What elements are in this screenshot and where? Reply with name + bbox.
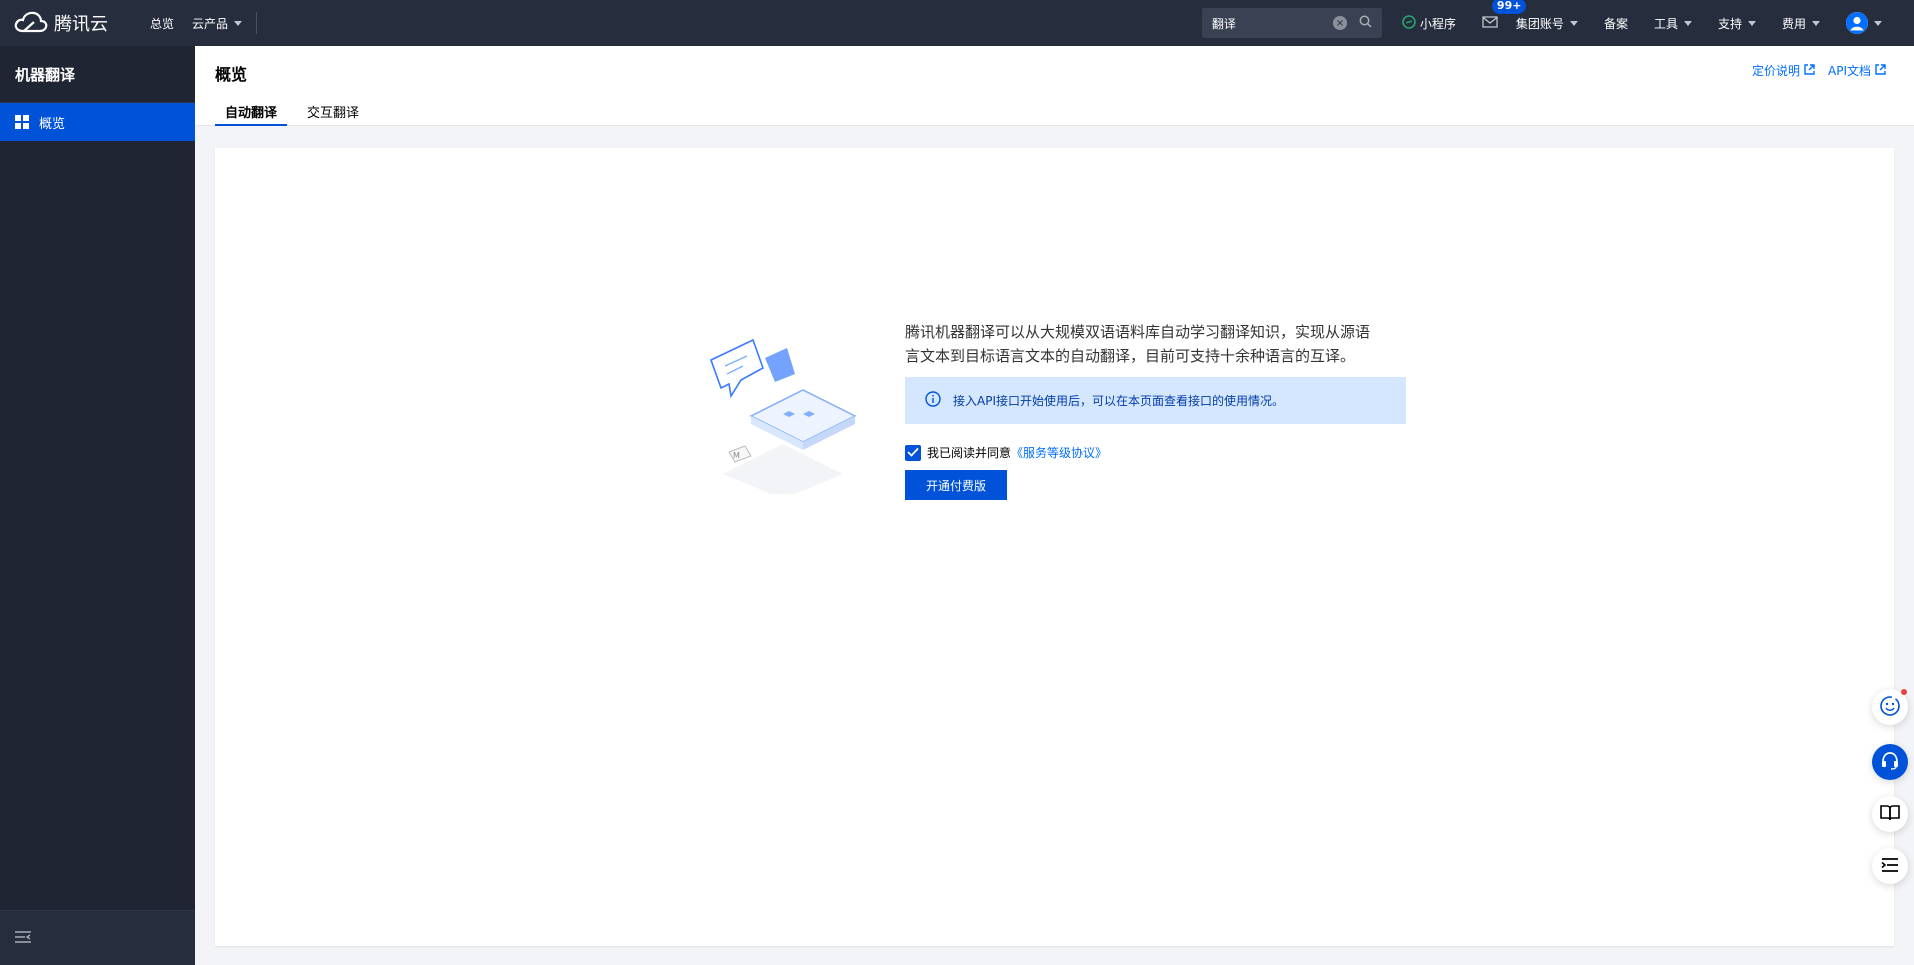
tab-auto-translate[interactable]: 自动翻译 [215,102,288,126]
intro-line-2: 言文本到目标语言文本的自动翻译，目前可支持十余种语言的互译。 [905,347,1356,365]
message-count-badge: 99+ [1491,0,1527,14]
agreement-row: 我已阅读并同意 《服务等级协议》 [905,444,1107,461]
search-icon[interactable] [1359,15,1372,31]
info-icon [925,391,941,410]
external-link-icon [1804,63,1815,78]
book-icon [1880,804,1900,825]
nav-tools-label: 工具 [1653,16,1678,31]
page-title: 概览 [215,65,248,84]
global-search[interactable]: × [1201,8,1382,38]
brand-logo[interactable]: 腾讯云 [14,10,118,36]
nav-mini-program-label: 小程序 [1419,16,1456,31]
tab-interactive-translate[interactable]: 交互翻译 [297,102,369,126]
user-menu[interactable] [1846,12,1882,34]
sidebar-item-overview[interactable]: 概览 [0,103,195,141]
translation-illustration: M [703,334,863,499]
page-header: 概览 定价说明 API文档 自动翻译 交互翻译 [195,46,1914,126]
service-agreement-link[interactable]: 《服务等级协议》 [1011,444,1107,461]
tab-bar: 自动翻译 交互翻译 [215,102,369,126]
assistant-button[interactable] [1872,689,1908,725]
nav-group-account-label: 集团账号 [1515,16,1564,31]
nav-tools[interactable]: 工具 [1654,15,1692,32]
nav-billing[interactable]: 费用 [1782,15,1820,32]
pricing-link-label: 定价说明 [1751,64,1800,78]
sidebar: 机器翻译 概览 [0,46,195,965]
api-docs-link-label: API文档 [1828,64,1871,78]
dashboard-icon [15,115,29,129]
nav-filing-label: 备案 [1603,16,1628,31]
agreement-checkbox[interactable] [905,444,921,461]
clear-icon[interactable]: × [1332,16,1347,30]
intro-line-1: 腾讯机器翻译可以从大规模双语语料库自动学习翻译知识，实现从源语 [905,323,1371,341]
headset-icon [1880,751,1900,774]
search-input[interactable] [1211,16,1333,30]
svg-text:M: M [733,451,740,460]
nav-products[interactable]: 云产品 [192,15,243,32]
nav-billing-label: 费用 [1781,16,1806,31]
nav-divider [256,12,258,34]
menu-list-button[interactable] [1872,848,1908,884]
info-text: 接入API接口开始使用后，可以在本页面查看接口的使用情况。 [953,394,1284,408]
sidebar-item-label: 概览 [39,116,66,132]
chevron-down-icon [1569,20,1578,26]
nav-mini-program[interactable]: 小程序 [1402,14,1456,32]
list-icon [1881,857,1899,876]
pricing-link[interactable]: 定价说明 [1752,62,1815,79]
mini-program-icon [1402,14,1416,32]
main-card: M 腾讯机器翻译可以从大规模双语语料库自动学习翻译知识，实现从源语 言文本到目标… [215,148,1894,946]
intro-text: 腾讯机器翻译可以从大规模双语语料库自动学习翻译知识，实现从源语 言文本到目标语言… [905,320,1415,368]
customer-service-button[interactable] [1872,744,1908,780]
chevron-down-icon [1874,20,1882,26]
top-bar: 腾讯云 总览 云产品 × 小程序 99+ 集团账号 备案 工具 支持 费用 [0,0,1914,46]
agreement-label: 我已阅读并同意 [927,446,1012,460]
chevron-down-icon [1812,20,1820,26]
sidebar-collapse[interactable] [0,910,195,965]
collapse-icon[interactable] [15,930,31,946]
brand-name: 腾讯云 [54,14,108,35]
sidebar-title: 机器翻译 [0,46,195,103]
nav-messages[interactable]: 99+ [1482,0,1527,31]
mail-icon [1482,15,1498,31]
notification-dot [1901,689,1907,695]
external-link-icon [1875,63,1886,78]
user-icon [1846,12,1868,34]
smile-icon [1879,695,1901,720]
chevron-down-icon [1683,20,1692,26]
nav-filing[interactable]: 备案 [1604,15,1628,32]
api-docs-link[interactable]: API文档 [1828,62,1886,79]
nav-products-label: 云产品 [192,16,229,31]
chevron-down-icon [1747,20,1756,26]
nav-overview-label: 总览 [150,16,175,31]
chevron-down-icon [234,20,243,26]
cloud-logo-icon [14,11,48,36]
nav-overview[interactable]: 总览 [150,15,174,32]
info-banner: 接入API接口开始使用后，可以在本页面查看接口的使用情况。 [905,377,1406,424]
nav-support-label: 支持 [1717,16,1742,31]
docs-button[interactable] [1872,796,1908,832]
nav-group-account[interactable]: 集团账号 [1516,15,1578,32]
nav-support[interactable]: 支持 [1718,15,1756,32]
activate-paid-button[interactable]: 开通付费版 [905,470,1007,500]
check-icon [907,446,919,460]
